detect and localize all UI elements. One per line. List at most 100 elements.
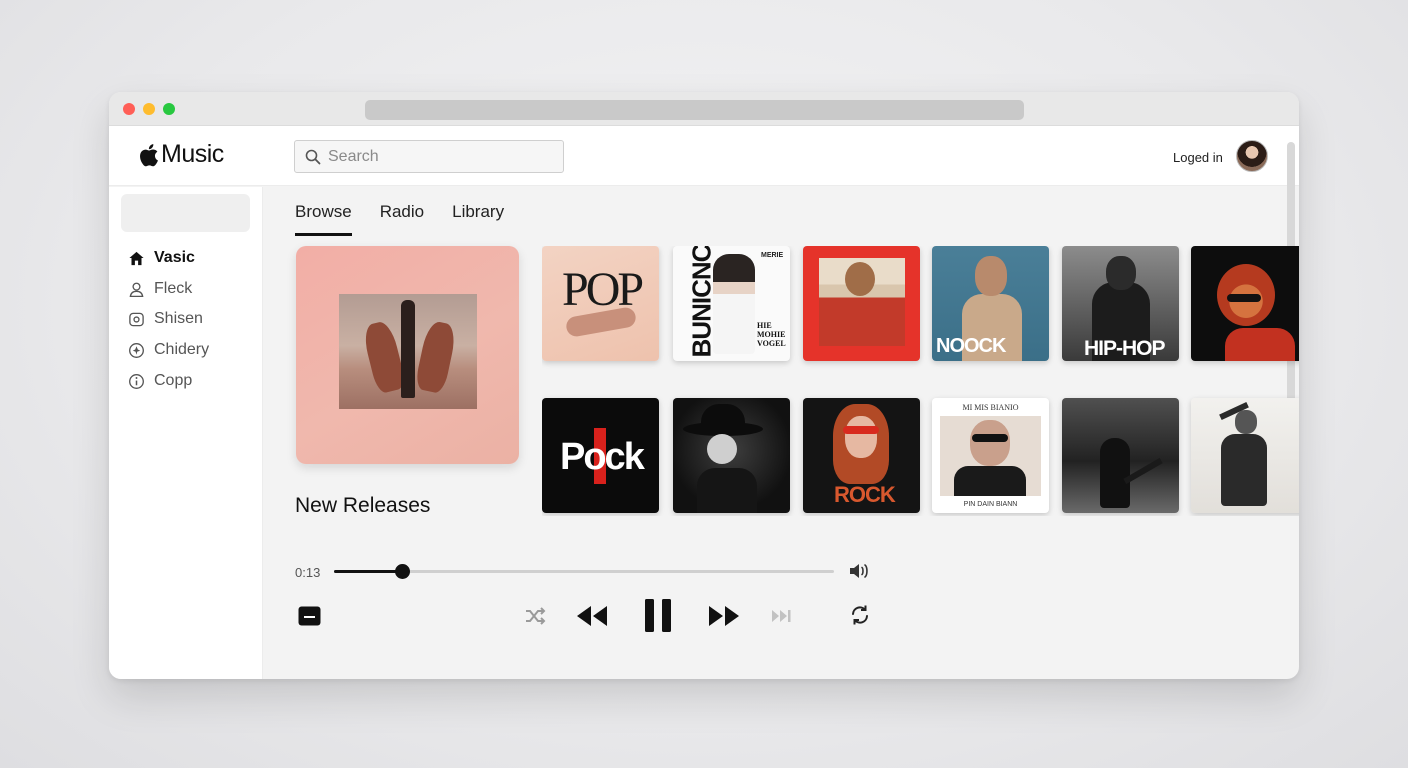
album-card[interactable]	[1191, 398, 1299, 513]
album-title: ROCK	[834, 482, 896, 507]
maximize-window-button[interactable]	[163, 103, 175, 115]
sidebar-item-chidery[interactable]: Chidery	[128, 341, 209, 359]
album-caption-top: MI MIS BIANIO	[962, 403, 1019, 412]
section-title: New Releases	[295, 494, 431, 517]
album-art-decor	[697, 468, 757, 513]
album-card[interactable]: Pock	[542, 398, 659, 513]
album-art-decor	[972, 434, 1008, 442]
sidebar-item-label: Copp	[154, 372, 193, 389]
album-art-decor	[1225, 328, 1295, 361]
album-card[interactable]	[1191, 246, 1299, 361]
album-art-decor	[845, 262, 875, 296]
close-window-button[interactable]	[123, 103, 135, 115]
rewind-icon	[577, 606, 607, 626]
repeat-button[interactable]	[847, 602, 873, 628]
album-art-decor	[1106, 256, 1136, 290]
info-icon	[129, 373, 144, 389]
album-art-decor	[1235, 410, 1257, 434]
album-corner-text: MERIE	[761, 252, 784, 259]
album-title: BUNICNC	[686, 246, 717, 358]
tab-radio[interactable]: Radio	[380, 202, 424, 236]
search-icon	[305, 149, 321, 164]
album-art-decor	[713, 254, 755, 354]
photo-figure	[401, 300, 415, 398]
search-input[interactable]	[328, 147, 548, 166]
shuffle-icon	[526, 607, 546, 625]
sidebar-item-fleck[interactable]: Fleck	[128, 280, 192, 298]
current-time: 0:13	[295, 565, 321, 580]
photo-decor	[414, 319, 458, 395]
title-bar	[109, 92, 1299, 126]
tab-browse[interactable]: Browse	[295, 202, 352, 236]
previous-track-button[interactable]	[575, 602, 609, 630]
tab-bar: Browse Radio Library	[295, 202, 504, 236]
skip-button[interactable]	[769, 605, 793, 627]
miniplayer-icon	[298, 606, 320, 626]
album-art-decor	[1100, 438, 1130, 508]
compass-icon	[129, 342, 144, 358]
album-card[interactable]	[673, 398, 790, 513]
album-card[interactable]: MI MIS BIANIO PIN DAIN BIANN	[932, 398, 1049, 513]
album-art-decor	[1221, 434, 1267, 506]
album-art-decor	[975, 256, 1007, 296]
album-grid: POP BUNICNC MERIE HIE MOHIE VOGEL NOOCK …	[542, 246, 1299, 516]
fast-forward-icon	[709, 606, 739, 626]
login-status: Loged in	[1173, 150, 1223, 165]
sidebar-item-shisen[interactable]: Shisen	[128, 310, 203, 328]
album-art-decor	[701, 404, 745, 430]
album-card[interactable]	[803, 246, 920, 361]
album-card[interactable]: BUNICNC MERIE HIE MOHIE VOGEL	[673, 246, 790, 361]
album-art-decor	[707, 434, 737, 464]
progress-bar[interactable]	[334, 564, 834, 579]
speaker-icon	[850, 564, 868, 578]
volume-button[interactable]	[848, 561, 872, 581]
app-logo-text: Music	[161, 140, 224, 168]
featured-album-photo	[339, 294, 477, 409]
album-title: NOOCK	[936, 335, 1006, 357]
album-caption-bottom: PIN DAIN BIANN	[963, 501, 1018, 508]
album-title: Pock	[560, 436, 645, 478]
miniplayer-button[interactable]	[297, 605, 321, 627]
shuffle-button[interactable]	[523, 605, 547, 627]
pause-icon	[645, 598, 671, 632]
album-card[interactable]: HIP-HOP	[1062, 246, 1179, 361]
person-icon	[129, 282, 144, 297]
app-window: Music Loged in Vasic Fleck Shisen	[109, 92, 1299, 679]
featured-album-card[interactable]	[296, 246, 519, 464]
sidebar: Vasic Fleck Shisen Chidery Copp	[109, 187, 263, 679]
album-card[interactable]: ROCK	[803, 398, 920, 513]
progress-fill	[334, 570, 402, 573]
tab-library[interactable]: Library	[452, 202, 504, 236]
address-bar[interactable]	[365, 100, 1024, 120]
sidebar-item-vasic[interactable]: Vasic	[128, 249, 195, 267]
album-art-decor	[970, 420, 1010, 466]
sidebar-placeholder-block	[121, 194, 250, 232]
album-art-decor	[845, 416, 877, 458]
album-subtitle: HIE MOHIE VOGEL	[757, 321, 786, 348]
sidebar-item-label: Chidery	[154, 341, 210, 358]
sidebar-item-copp[interactable]: Copp	[128, 372, 192, 390]
apple-logo-icon	[140, 143, 158, 166]
pause-button[interactable]	[642, 597, 674, 633]
sidebar-item-label: Fleck	[154, 280, 193, 297]
home-icon	[129, 251, 144, 265]
user-avatar[interactable]	[1236, 140, 1268, 172]
album-art-decor	[954, 466, 1026, 496]
sidebar-item-label: Shisen	[154, 310, 203, 327]
search-box[interactable]	[294, 140, 564, 173]
progress-knob[interactable]	[394, 564, 410, 579]
album-card[interactable]	[1062, 398, 1179, 513]
album-art-decor	[843, 426, 879, 434]
repeat-icon	[852, 605, 868, 625]
album-card[interactable]: NOOCK	[932, 246, 1049, 361]
album-art-decor	[1227, 294, 1261, 302]
next-track-button[interactable]	[707, 602, 741, 630]
minimize-window-button[interactable]	[143, 103, 155, 115]
app-logo[interactable]: Music	[137, 140, 224, 169]
sidebar-item-label: Vasic	[154, 249, 195, 266]
radio-icon	[129, 312, 144, 326]
album-title: POP	[562, 263, 644, 316]
album-title: HIP-HOP	[1084, 337, 1166, 360]
skip-forward-icon	[772, 610, 791, 622]
album-card[interactable]: POP	[542, 246, 659, 361]
